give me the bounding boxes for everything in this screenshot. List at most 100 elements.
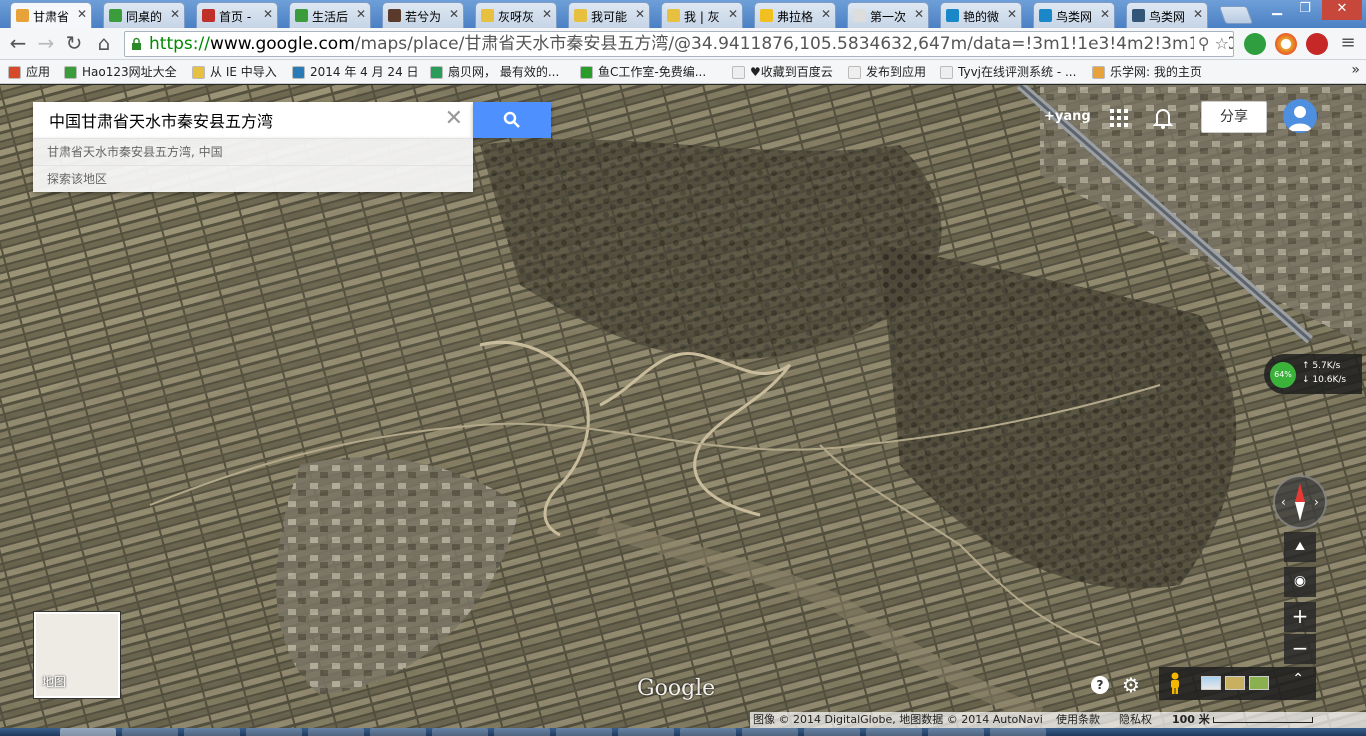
home-button[interactable]: ⌂ (92, 32, 116, 56)
pegman-icon[interactable] (1169, 672, 1181, 694)
restore-button[interactable]: ❐ (1292, 0, 1318, 20)
clear-search-icon[interactable]: ✕ (445, 106, 463, 131)
suggestion-item[interactable]: 甘肃省天水市秦安县五方湾, 中国 (33, 138, 473, 165)
avatar[interactable] (1283, 99, 1317, 133)
back-button[interactable]: ← (6, 32, 30, 56)
bookmark-item[interactable]: ♥收藏到百度云 (730, 63, 833, 81)
browser-tab[interactable]: 我可能 ✕ (568, 2, 650, 28)
bookmarks-more-button[interactable]: » (1351, 62, 1360, 78)
bookmark-label: 2014 年 4 月 24 日 (310, 65, 419, 79)
adblock-extension-icon[interactable] (1306, 33, 1328, 55)
bookmark-item[interactable]: 从 IE 中导入 (190, 63, 277, 81)
zoom-in-button[interactable]: + (1284, 602, 1316, 632)
browser-tab[interactable]: 首页 - ✕ (196, 2, 278, 28)
satellite-map[interactable]: ✕ 甘肃省天水市秦安县五方湾, 中国 探索该地区 +yang 分享 64% ↑ … (0, 85, 1366, 728)
close-tab-icon[interactable]: ✕ (914, 7, 924, 21)
bookmark-label: 乐学网: 我的主页 (1110, 65, 1202, 79)
taskbar-item[interactable] (928, 728, 984, 736)
taskbar-item[interactable] (990, 728, 1046, 736)
taskbar-item[interactable] (804, 728, 860, 736)
privacy-link[interactable]: 隐私权 (1119, 712, 1152, 728)
my-location-button[interactable]: ◉ (1284, 567, 1316, 597)
browser-tab[interactable]: 艳的微 ✕ (940, 2, 1022, 28)
bookmark-favicon-icon (192, 66, 205, 79)
apps-grid-icon[interactable] (1110, 109, 1128, 127)
browser-tab[interactable]: 鸟类网 ✕ (1126, 2, 1208, 28)
extension-icon[interactable] (1275, 33, 1297, 55)
bookmark-item[interactable]: Tyvj在线评测系统 - ... (938, 63, 1076, 81)
close-window-button[interactable]: ✕ (1322, 0, 1362, 20)
bookmark-item[interactable]: 乐学网: 我的主页 (1090, 63, 1202, 81)
bookmark-item[interactable]: 发布到应用 (846, 63, 926, 81)
map-view-toggle[interactable]: 地图 (34, 612, 120, 698)
magnifier-icon[interactable]: ⚲ (1198, 34, 1210, 53)
close-tab-icon[interactable]: ✕ (1193, 7, 1203, 21)
tilt-button[interactable]: ⛰ (1284, 532, 1316, 562)
browser-tab[interactable]: 弗拉格 ✕ (754, 2, 836, 28)
search-button[interactable] (473, 102, 551, 138)
close-tab-icon[interactable]: ✕ (77, 7, 87, 21)
gear-icon[interactable]: ⚙ (1122, 673, 1140, 697)
taskbar-item[interactable] (680, 728, 736, 736)
bookmark-item[interactable]: 扇贝网， 最有效的... (428, 63, 559, 81)
address-bar[interactable]: https://www.google.com/maps/place/甘肃省天水市… (124, 31, 1234, 57)
taskbar-item[interactable] (866, 728, 922, 736)
taskbar-item[interactable] (556, 728, 612, 736)
bookmark-item[interactable]: 鱼C工作室-免费编... (578, 63, 706, 81)
taskbar-item[interactable] (246, 728, 302, 736)
minimize-button[interactable]: ▁ (1264, 0, 1290, 20)
photo-thumbnail[interactable] (1201, 676, 1221, 690)
layer-bar: ⌃ (1159, 667, 1316, 700)
help-icon[interactable]: ? (1091, 676, 1109, 694)
taskbar-item[interactable] (122, 728, 178, 736)
browser-tab[interactable]: 灰呀灰 ✕ (475, 2, 557, 28)
taskbar-item[interactable] (494, 728, 550, 736)
close-tab-icon[interactable]: ✕ (542, 7, 552, 21)
browser-tab[interactable]: 同桌的 ✕ (103, 2, 185, 28)
browser-tab[interactable]: 我 | 灰 ✕ (661, 2, 743, 28)
close-tab-icon[interactable]: ✕ (1100, 7, 1110, 21)
taskbar-item[interactable] (432, 728, 488, 736)
taskbar-item[interactable] (618, 728, 674, 736)
browser-tab[interactable]: 鸟类网 ✕ (1033, 2, 1115, 28)
taskbar-item[interactable] (308, 728, 364, 736)
browser-tab[interactable]: 第一次 ✕ (847, 2, 929, 28)
close-tab-icon[interactable]: ✕ (356, 7, 366, 21)
close-tab-icon[interactable]: ✕ (170, 7, 180, 21)
taskbar-item[interactable] (184, 728, 240, 736)
search-input[interactable] (33, 102, 433, 138)
close-tab-icon[interactable]: ✕ (728, 7, 738, 21)
menu-icon[interactable]: ≡ (1336, 32, 1360, 56)
expand-icon[interactable]: ⌃ (1292, 671, 1304, 687)
taskbar-item[interactable] (742, 728, 798, 736)
bookmark-item[interactable]: 应用 (6, 63, 50, 81)
browser-tab[interactable]: 若兮为 ✕ (382, 2, 464, 28)
bookmark-item[interactable]: Hao123网址大全 (62, 63, 177, 81)
shanbay-extension-icon[interactable] (1244, 33, 1266, 55)
browser-tab[interactable]: 甘肃省 ✕ (10, 2, 92, 29)
compass-control[interactable]: ‹ › (1273, 475, 1327, 529)
taskbar-item[interactable] (370, 728, 426, 736)
terms-link[interactable]: 使用条款 (1056, 712, 1100, 728)
star-icon[interactable]: ☆ (1215, 34, 1229, 53)
suggestion-item[interactable]: 探索该地区 (33, 165, 473, 192)
taskbar-item[interactable] (60, 728, 116, 736)
close-tab-icon[interactable]: ✕ (263, 7, 273, 21)
reload-button[interactable]: ↻ (62, 32, 86, 56)
close-tab-icon[interactable]: ✕ (821, 7, 831, 21)
user-link[interactable]: +yang (1044, 109, 1091, 124)
close-tab-icon[interactable]: ✕ (635, 7, 645, 21)
forward-button[interactable]: → (34, 32, 58, 56)
photo-thumbnail[interactable] (1249, 676, 1269, 690)
zoom-out-button[interactable]: − (1284, 634, 1316, 664)
lock-icon (132, 37, 141, 50)
tab-favicon-icon (1132, 9, 1145, 22)
new-tab-button[interactable] (1218, 6, 1254, 24)
share-button[interactable]: 分享 (1201, 101, 1267, 133)
browser-tab[interactable]: 生活后 ✕ (289, 2, 371, 28)
photo-thumbnail[interactable] (1225, 676, 1245, 690)
bookmark-item[interactable]: 2014 年 4 月 24 日 (290, 63, 419, 81)
close-tab-icon[interactable]: ✕ (1007, 7, 1017, 21)
close-tab-icon[interactable]: ✕ (449, 7, 459, 21)
notification-bell-icon[interactable] (1153, 107, 1173, 129)
